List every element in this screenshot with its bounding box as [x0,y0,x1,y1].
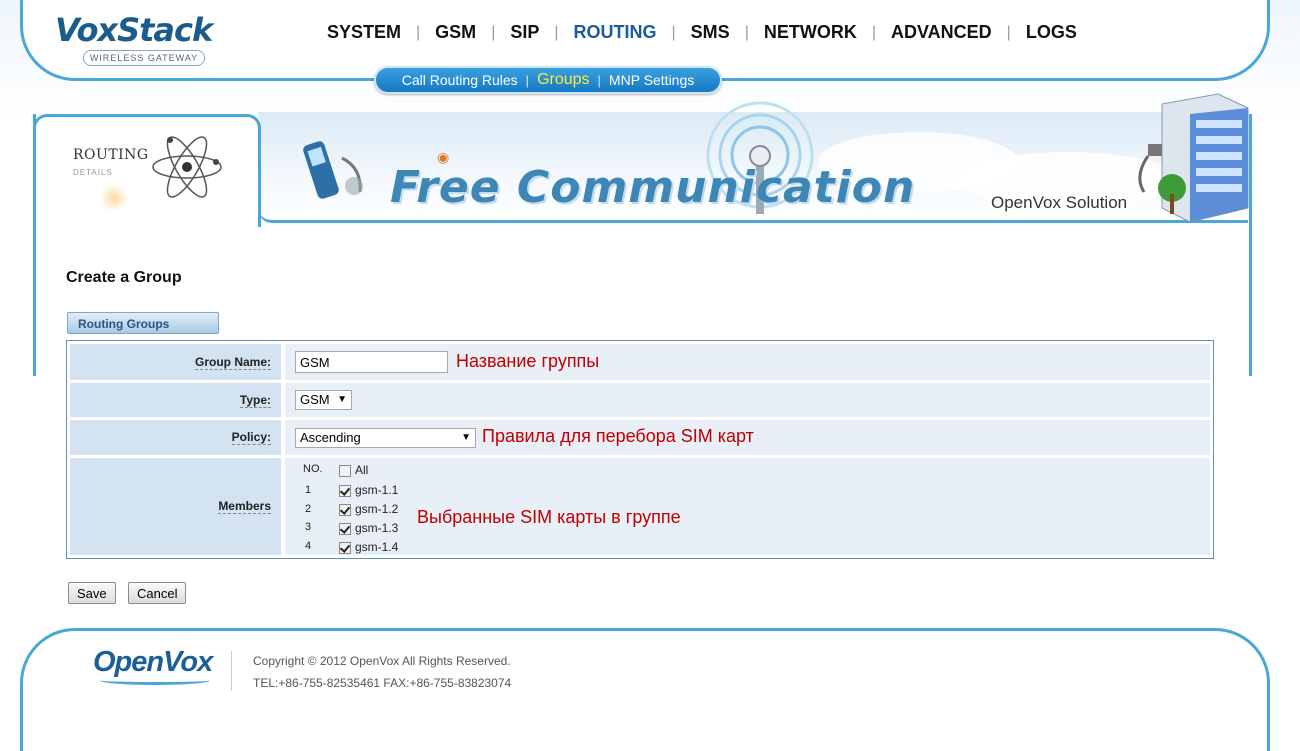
group-name-label-cell: Group Name: [70,344,281,380]
footer-divider [231,651,232,691]
nav-routing[interactable]: ROUTING [565,22,666,43]
policy-select-value: Ascending [300,430,361,445]
nav-separator: | [744,23,749,41]
members-all-checkbox[interactable] [339,464,351,477]
dropdown-arrow-icon: ▼ [337,394,347,405]
cancel-button[interactable]: Cancel [128,582,187,604]
nav-logs[interactable]: LOGS [1017,22,1086,43]
policy-value-cell: Ascending ▼ Правила для перебора SIM кар… [285,420,1210,455]
save-button[interactable]: Save [68,582,116,604]
member-checkbox[interactable] [339,522,351,535]
member-checkbox[interactable] [339,541,351,554]
members-all-option[interactable]: All [339,463,368,477]
form-row-members: Members NO. All 1 gsm-1.1 2 gsm-1.2 3 gs… [70,458,1210,555]
member-label: gsm-1.3 [355,521,399,535]
member-item[interactable]: gsm-1.3 [339,521,398,535]
group-name-annotation: Название группы [456,351,600,371]
policy-label-cell: Policy: [70,420,281,455]
nav-advanced[interactable]: ADVANCED [882,22,1001,43]
dropdown-arrow-icon: ▼ [461,432,471,443]
nav-network[interactable]: NETWORK [755,22,866,43]
member-label: gsm-1.1 [355,483,399,497]
footer-copyright: Copyright © 2012 OpenVox All Rights Rese… [253,654,511,668]
atom-icon [152,136,222,198]
form-row-type: Type: GSM ▼ [70,383,1210,417]
member-label: gsm-1.4 [355,540,399,554]
nav-system[interactable]: SYSTEM [318,22,410,43]
nav-gsm[interactable]: GSM [426,22,485,43]
member-item[interactable]: gsm-1.4 [339,540,398,554]
member-number: 2 [305,503,312,515]
logo-text: VoxStack [55,11,213,49]
section-subtitle: DETAILS [73,168,113,177]
nav-separator: | [554,23,559,41]
members-label: Members [218,499,271,514]
nav-separator: | [1006,23,1011,41]
type-label-cell: Type: [70,383,281,417]
policy-select[interactable]: Ascending ▼ [295,428,476,448]
nav-separator: | [416,23,421,41]
members-label-cell: Members [70,458,281,555]
type-select[interactable]: GSM ▼ [295,390,352,410]
member-item[interactable]: gsm-1.1 [339,483,398,497]
members-annotation: Выбранные SIM карты в группе [417,507,681,527]
type-select-value: GSM [300,392,330,407]
group-name-label: Group Name: [194,354,271,370]
type-label: Type: [239,392,271,408]
subnav-call-routing-rules[interactable]: Call Routing Rules [394,72,526,88]
subnav-groups[interactable]: Groups [529,71,597,89]
logo-swoosh-decoration [100,676,210,685]
members-no-header: NO. [303,463,323,475]
banner-headline: Free Communication [390,162,916,213]
subnav-mnp-settings[interactable]: MNP Settings [601,72,702,88]
member-number: 4 [305,540,312,552]
mobile-phone-icon [303,141,363,199]
member-item[interactable]: gsm-1.2 [339,502,398,516]
group-name-input[interactable] [295,351,448,373]
member-checkbox[interactable] [339,484,351,497]
form-row-policy: Policy: Ascending ▼ Правила для перебора… [70,420,1210,455]
type-value-cell: GSM ▼ [285,383,1210,417]
group-name-value-cell: Название группы [285,344,1210,380]
glow-decoration [100,184,128,212]
voxstack-logo[interactable]: VoxStack WIRELESS GATEWAY [55,11,213,66]
nav-separator: | [871,23,876,41]
member-label: gsm-1.2 [355,502,399,516]
routing-groups-tab[interactable]: Routing Groups [67,312,219,334]
section-title: ROUTING [73,147,149,163]
member-number: 1 [305,484,312,496]
main-nav: SYSTEM | GSM | SIP | ROUTING | SMS | NET… [318,22,1086,43]
member-checkbox[interactable] [339,503,351,516]
openvox-logo[interactable]: OpenVox [93,646,213,679]
group-form: Group Name: Название группы Type: GSM ▼ … [66,340,1214,559]
members-all-label: All [355,463,369,477]
policy-annotation: Правила для перебора SIM карт [482,426,754,446]
page-title: Create a Group [66,269,182,286]
banner-tagline: OpenVox Solution [991,193,1128,212]
building-icon [1138,93,1249,223]
member-number: 3 [305,521,312,533]
logo-subtitle: WIRELESS GATEWAY [83,50,205,66]
section-tab [33,114,261,227]
form-row-group-name: Group Name: Название группы [70,344,1210,380]
nav-separator: | [491,23,496,41]
nav-separator: | [671,23,676,41]
footer-contact: TEL:+86-755-82535461 FAX:+86-755-8382307… [253,676,512,690]
members-value-cell: NO. All 1 gsm-1.1 2 gsm-1.2 3 gsm-1.3 4 … [285,458,1210,555]
sub-nav: Call Routing Rules | Groups | MNP Settin… [374,66,722,94]
nav-sms[interactable]: SMS [682,22,739,43]
nav-sip[interactable]: SIP [501,22,548,43]
policy-label: Policy: [231,430,271,445]
